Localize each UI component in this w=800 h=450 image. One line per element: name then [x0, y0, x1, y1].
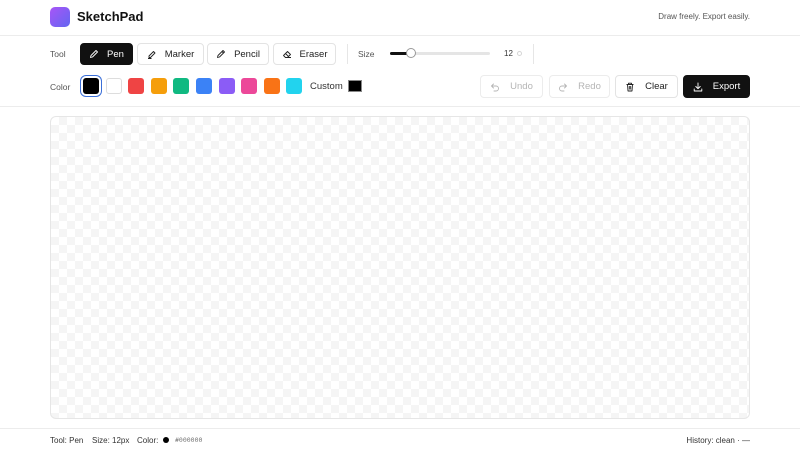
- export-label: Export: [712, 81, 741, 92]
- app-header: SketchPad Draw freely. Export easily.: [0, 0, 800, 36]
- size-value: 12: [504, 49, 513, 58]
- redo-label: Redo: [578, 81, 601, 92]
- redo-button[interactable]: Redo: [549, 75, 610, 98]
- toolbar-divider: [347, 44, 348, 64]
- export-button[interactable]: Export: [683, 75, 750, 98]
- status-bar: Tool: Pen Size: 12px Color: #000000 Hist…: [0, 428, 800, 450]
- status-color-label: Color:: [137, 436, 159, 445]
- drawing-canvas[interactable]: [50, 116, 750, 419]
- color-swatch[interactable]: [128, 78, 145, 94]
- tool-pen-button[interactable]: Pen: [80, 43, 133, 65]
- trash-icon: [626, 82, 634, 91]
- status-tool: Tool: Pen: [50, 436, 84, 445]
- size-label: Size: [358, 49, 375, 59]
- marker-icon: [147, 51, 156, 59]
- color-swatch[interactable]: [105, 78, 122, 94]
- tool-marker-button[interactable]: Marker: [137, 43, 204, 65]
- color-swatch[interactable]: [218, 78, 235, 94]
- tool-eraser-label: Eraser: [299, 48, 328, 60]
- pen-icon: [90, 50, 98, 58]
- toolbar-divider: [533, 44, 534, 64]
- clear-label: Clear: [645, 81, 668, 92]
- status-size: Size: 12px: [92, 436, 130, 445]
- color-swatch[interactable]: [196, 78, 212, 94]
- color-label: Color: [50, 82, 71, 92]
- custom-color-label: Custom: [310, 81, 343, 92]
- status-color-hex: #000000: [175, 436, 203, 444]
- color-swatch[interactable]: [263, 78, 280, 94]
- tool-label: Tool: [50, 49, 66, 59]
- size-slider[interactable]: [390, 48, 490, 58]
- app-logo: [50, 7, 70, 27]
- redo-icon: [559, 83, 568, 91]
- color-swatch[interactable]: [150, 78, 167, 94]
- color-swatch[interactable]: [173, 78, 190, 94]
- clear-button[interactable]: Clear: [615, 75, 678, 98]
- status-history: History: clean · —: [686, 436, 750, 445]
- undo-button[interactable]: Undo: [480, 75, 543, 98]
- color-swatch[interactable]: [241, 78, 258, 94]
- color-swatch[interactable]: [286, 78, 303, 94]
- undo-icon: [491, 83, 500, 91]
- tool-pen-label: Pen: [107, 48, 124, 60]
- app-tagline: Draw freely. Export easily.: [658, 12, 750, 21]
- download-icon: [693, 82, 703, 91]
- eraser-icon: [282, 51, 291, 58]
- toolbar-divider: [0, 106, 800, 107]
- size-preview-dot: [517, 51, 522, 56]
- custom-color-picker[interactable]: [348, 80, 362, 92]
- tool-pencil-button[interactable]: Pencil: [207, 43, 269, 65]
- app-title: SketchPad: [77, 9, 144, 24]
- tool-pencil-label: Pencil: [234, 48, 260, 60]
- tool-eraser-button[interactable]: Eraser: [273, 43, 336, 65]
- color-swatch[interactable]: [83, 78, 99, 94]
- undo-label: Undo: [510, 81, 533, 92]
- status-color-dot: [163, 437, 169, 443]
- tool-marker-label: Marker: [164, 48, 195, 60]
- size-slider-thumb[interactable]: [406, 48, 416, 58]
- pencil-icon: [217, 50, 226, 58]
